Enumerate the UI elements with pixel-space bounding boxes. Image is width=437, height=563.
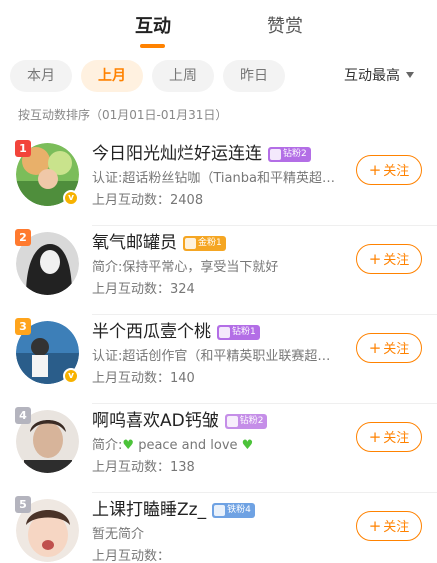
user-desc: 简介:保持平常心，享受当下就好	[92, 260, 279, 275]
user-name-text: 啊呜喜欢AD钙皱	[92, 411, 219, 431]
list-item[interactable]: 5 上课打瞌睡Zz_ 铁粉4 暂无简介 上月互动数： + 关注	[0, 493, 437, 563]
fan-level-badge: 钻粉2	[224, 414, 268, 429]
user-name[interactable]: 上课打瞌睡Zz_ 铁粉4	[92, 495, 255, 520]
user-name-text: 氧气邮罐员	[92, 233, 177, 253]
tab-reward[interactable]: 赞赏	[252, 12, 318, 38]
follow-button[interactable]: + 关注	[356, 511, 422, 541]
plus-icon: +	[368, 250, 382, 268]
rank-badge: 5	[15, 496, 31, 513]
fan-level-label: 钻粉1	[232, 327, 256, 337]
diamond-icon	[270, 149, 281, 160]
user-desc: 认证:超话创作官（和平精英职业联赛超…	[92, 349, 331, 364]
fan-level-badge: 钻粉2	[268, 147, 311, 162]
fan-level-label: 钻粉2	[283, 149, 307, 159]
user-name-text: 今日阳光灿烂好运连连	[92, 144, 262, 164]
avatar[interactable]: 5	[15, 496, 79, 562]
tab-interaction[interactable]: 互动	[120, 12, 186, 38]
follow-label: 关注	[383, 253, 410, 268]
plus-icon: +	[368, 161, 382, 179]
filter-yesterday[interactable]: 昨日	[223, 60, 285, 92]
user-name-text: 半个西瓜壹个桃	[92, 322, 211, 342]
sort-note: 按互动数排序（01月01日-01月31日）	[18, 108, 228, 122]
fan-level-badge: 铁粉4	[212, 503, 255, 518]
diamond-icon	[226, 416, 238, 427]
top-tabs: 互动 赞赏	[0, 0, 437, 52]
period-filters: 本月 上月 上周 昨日 互动最高	[0, 60, 437, 94]
interaction-count: 上月互动数：324	[92, 282, 195, 297]
list-item[interactable]: 1 v 今日阳光灿烂好运连连 钻粉2 认证:超话粉丝钻咖（Tianba和平精英超……	[0, 137, 437, 226]
follow-button[interactable]: + 关注	[356, 333, 422, 363]
avatar[interactable]: 2	[15, 229, 79, 295]
verified-icon: v	[63, 368, 79, 384]
user-desc: 暂无简介	[92, 527, 145, 542]
filter-last-month[interactable]: 上月	[81, 60, 143, 92]
filter-this-month[interactable]: 本月	[10, 60, 72, 92]
sort-dropdown[interactable]: 互动最高	[344, 60, 414, 92]
rank-badge: 1	[15, 140, 31, 157]
diamond-icon	[219, 327, 230, 338]
interaction-count: 上月互动数：2408	[92, 193, 204, 208]
sort-label: 互动最高	[344, 68, 400, 84]
list-item[interactable]: 2 氧气邮罐员 金粉1 简介:保持平常心，享受当下就好 上月互动数：324 + 关注	[0, 226, 437, 315]
fan-level-label: 铁粉4	[227, 505, 251, 515]
user-desc: 简介:♥ peace and love ♥	[92, 434, 342, 453]
follow-label: 关注	[383, 164, 410, 179]
gold-icon	[185, 238, 196, 249]
fan-level-label: 金粉1	[198, 238, 222, 248]
avatar[interactable]: 3 v	[15, 318, 79, 384]
green-heart-icon: ♥	[241, 438, 254, 453]
rank-badge: 3	[15, 318, 31, 335]
interaction-count: 上月互动数：140	[92, 371, 195, 386]
filter-last-week[interactable]: 上周	[152, 60, 214, 92]
list-item[interactable]: 3 v 半个西瓜壹个桃 钻粉1 认证:超话创作官（和平精英职业联赛超… 上月互动数…	[0, 315, 437, 404]
green-heart-icon: ♥	[122, 438, 135, 453]
user-name[interactable]: 今日阳光灿烂好运连连 钻粉2	[92, 139, 311, 164]
list-item[interactable]: 4 啊呜喜欢AD钙皱 钻粉2 简介:♥ peace and love ♥ 上月互动…	[0, 404, 437, 493]
plus-icon: +	[368, 517, 382, 535]
user-name[interactable]: 啊呜喜欢AD钙皱 钻粉2	[92, 406, 268, 431]
interaction-count: 上月互动数：138	[92, 460, 195, 475]
fan-level-badge: 钻粉1	[217, 325, 260, 340]
fan-level-label: 钻粉2	[239, 416, 264, 426]
active-tab-indicator	[140, 44, 165, 48]
desc-text: peace and love	[138, 438, 238, 453]
interaction-count: 上月互动数：	[92, 549, 171, 563]
user-name[interactable]: 半个西瓜壹个桃 钻粉1	[92, 317, 260, 342]
follow-button[interactable]: + 关注	[356, 422, 422, 452]
rank-badge: 4	[15, 407, 31, 424]
caret-down-icon	[406, 72, 414, 78]
verified-icon: v	[63, 190, 79, 206]
desc-prefix: 简介:	[92, 438, 123, 453]
follow-label: 关注	[383, 431, 410, 446]
user-desc: 认证:超话粉丝钻咖（Tianba和平精英超…	[92, 171, 335, 186]
user-name[interactable]: 氧气邮罐员 金粉1	[92, 228, 226, 253]
plus-icon: +	[368, 428, 382, 446]
avatar[interactable]: 1 v	[15, 140, 79, 206]
iron-icon	[214, 505, 226, 516]
avatar[interactable]: 4	[15, 407, 79, 473]
follow-button[interactable]: + 关注	[356, 155, 422, 185]
rank-badge: 2	[15, 229, 31, 246]
follow-label: 关注	[383, 520, 410, 535]
plus-icon: +	[368, 339, 382, 357]
user-name-text: 上课打瞌睡Zz_	[92, 500, 207, 520]
follow-label: 关注	[383, 342, 410, 357]
follow-button[interactable]: + 关注	[356, 244, 422, 274]
fan-level-badge: 金粉1	[183, 236, 226, 251]
